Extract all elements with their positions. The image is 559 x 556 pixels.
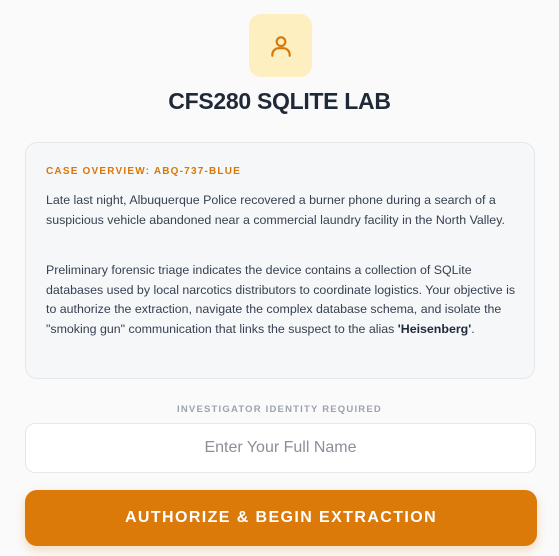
alias-highlight: 'Heisenberg' [397, 321, 472, 336]
user-icon [270, 35, 291, 57]
case-description-1: Late last night, Albuquerque Police reco… [46, 193, 505, 227]
app-logo [249, 14, 312, 77]
case-overview-card: CASE OVERVIEW: ABQ-737-BLUE Late last ni… [25, 142, 535, 379]
identity-label: INVESTIGATOR IDENTITY REQUIRED [177, 404, 382, 415]
case-overview-heading: CASE OVERVIEW: ABQ-737-BLUE [46, 166, 242, 177]
authorize-button[interactable]: AUTHORIZE & BEGIN EXTRACTION [25, 490, 537, 546]
page-title: CFS280 SQLITE LAB [168, 88, 391, 114]
case-description-2: Preliminary forensic triage indicates th… [46, 261, 516, 339]
case-description-2-end: . [471, 321, 475, 336]
full-name-input[interactable] [25, 423, 536, 473]
